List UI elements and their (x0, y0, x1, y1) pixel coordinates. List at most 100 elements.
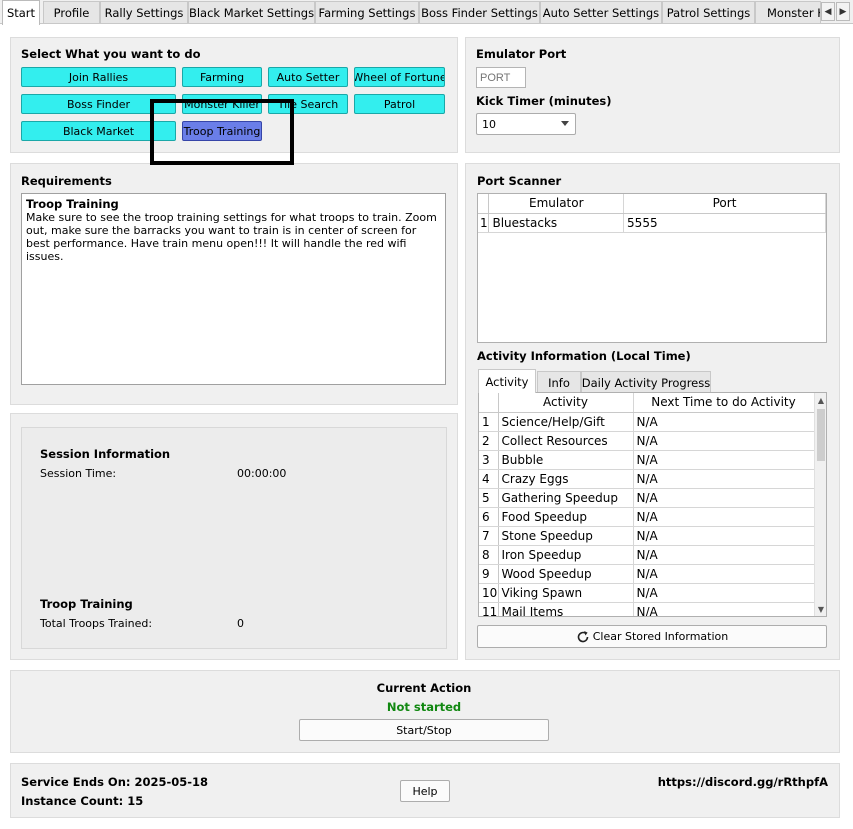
current-action-status: Not started (386, 700, 462, 714)
activity-cell[interactable]: Crazy Eggs (498, 469, 634, 489)
main-tab-bar: Start Profile Rally Settings Black Marke… (0, 0, 853, 25)
tab-profile[interactable]: Profile (43, 1, 100, 23)
row-number: 3 (479, 450, 499, 470)
requirements-textbox[interactable]: Troop Training Make sure to see the troo… (21, 193, 446, 385)
tab-patrol-settings[interactable]: Patrol Settings (662, 1, 755, 23)
next-time-cell[interactable]: N/A (633, 469, 815, 489)
table-row[interactable]: 8 Iron Speedup N/A (479, 545, 815, 565)
port-cell[interactable]: 5555 (623, 213, 826, 233)
emulator-port-input[interactable] (476, 67, 526, 88)
table-row[interactable]: 4 Crazy Eggs N/A (479, 469, 815, 489)
column-header-next-time[interactable]: Next Time to do Activity (633, 393, 815, 413)
next-time-cell[interactable]: N/A (633, 526, 815, 546)
table-row[interactable]: 2 Collect Resources N/A (479, 431, 815, 451)
discord-link[interactable]: https://discord.gg/rRthpfA (658, 775, 828, 789)
next-time-cell[interactable]: N/A (633, 450, 815, 470)
tab-daily-activity-progress[interactable]: Daily Activity Progress (581, 371, 711, 393)
table-corner (479, 393, 499, 413)
table-row[interactable]: 3 Bubble N/A (479, 450, 815, 470)
activity-table: Activity Next Time to do Activity 1 Scien… (478, 392, 827, 617)
activity-cell[interactable]: Iron Speedup (498, 545, 634, 565)
table-row[interactable]: 6 Food Speedup N/A (479, 507, 815, 527)
tab-info[interactable]: Info (537, 371, 581, 393)
kick-timer-select[interactable]: 10 (476, 113, 576, 135)
current-action-title: Current Action (376, 681, 472, 695)
next-time-cell[interactable]: N/A (633, 602, 815, 616)
table-row[interactable]: 10 Viking Spawn N/A (479, 583, 815, 603)
row-number: 1 (478, 213, 490, 233)
tab-black-market-settings[interactable]: Black Market Settings (188, 1, 315, 23)
farming-button[interactable]: Farming (182, 67, 262, 87)
tab-auto-setter-settings[interactable]: Auto Setter Settings (540, 1, 662, 23)
next-time-cell[interactable]: N/A (633, 412, 815, 432)
requirements-body: Make sure to see the troop training sett… (26, 211, 437, 263)
session-information-title: Session Information (40, 447, 171, 461)
port-scanner-title: Port Scanner (477, 174, 562, 188)
black-market-button[interactable]: Black Market (21, 121, 176, 141)
column-header-emulator[interactable]: Emulator (488, 194, 625, 214)
table-row[interactable]: 11 Mail Items N/A (479, 602, 815, 616)
activity-cell[interactable]: Wood Speedup (498, 564, 634, 584)
next-time-cell[interactable]: N/A (633, 488, 815, 508)
tile-search-button[interactable]: Tile Search (268, 94, 348, 114)
next-time-cell[interactable]: N/A (633, 564, 815, 584)
troop-training-button[interactable]: Troop Training (182, 121, 262, 141)
patrol-button[interactable]: Patrol (354, 94, 445, 114)
activity-cell[interactable]: Stone Speedup (498, 526, 634, 546)
row-number: 5 (479, 488, 499, 508)
next-time-cell[interactable]: N/A (633, 431, 815, 451)
next-time-cell[interactable]: N/A (633, 545, 815, 565)
scrollbar-thumb[interactable] (817, 409, 825, 461)
tab-scroll-left-icon[interactable]: ◀ (821, 2, 835, 21)
next-time-cell[interactable]: N/A (633, 507, 815, 527)
chevron-down-icon (561, 121, 569, 126)
monster-killer-button[interactable]: Monster Killer (182, 94, 262, 114)
session-time-label: Session Time: (40, 467, 117, 480)
row-number: 4 (479, 469, 499, 489)
tab-boss-finder-settings[interactable]: Boss Finder Settings (419, 1, 540, 23)
tab-start[interactable]: Start (2, 0, 40, 25)
activity-table-scrollbar[interactable]: ▲ ▼ (814, 393, 826, 616)
help-button[interactable]: Help (400, 780, 450, 802)
clear-stored-information-button[interactable]: Clear Stored Information (477, 625, 827, 648)
emulator-cell[interactable]: Bluestacks (488, 213, 625, 233)
scroll-up-icon[interactable]: ▲ (815, 393, 826, 407)
table-row[interactable]: 5 Gathering Speedup N/A (479, 488, 815, 508)
table-row[interactable]: 1 Science/Help/Gift N/A (479, 412, 815, 432)
table-row[interactable]: 1 Bluestacks 5555 (478, 213, 826, 233)
requirements-title: Requirements (21, 174, 112, 188)
activity-cell[interactable]: Science/Help/Gift (498, 412, 634, 432)
tab-farming-settings[interactable]: Farming Settings (315, 1, 419, 23)
activity-information-title: Activity Information (Local Time) (477, 349, 691, 363)
total-troops-trained-value: 0 (237, 617, 244, 630)
row-number: 6 (479, 507, 499, 527)
tab-monster-killer[interactable]: Monster Kil (755, 1, 821, 23)
table-row[interactable]: 7 Stone Speedup N/A (479, 526, 815, 546)
tab-rally-settings[interactable]: Rally Settings (100, 1, 188, 23)
next-time-cell[interactable]: N/A (633, 583, 815, 603)
kick-timer-title: Kick Timer (minutes) (476, 94, 612, 108)
tab-scroll-right-icon[interactable]: ▶ (836, 2, 850, 21)
activity-cell[interactable]: Collect Resources (498, 431, 634, 451)
activity-cell[interactable]: Mail Items (498, 602, 634, 616)
wheel-of-fortune-button[interactable]: Wheel of Fortune (354, 67, 445, 87)
join-rallies-button[interactable]: Join Rallies (21, 67, 176, 87)
start-stop-button[interactable]: Start/Stop (299, 719, 549, 741)
kick-timer-value: 10 (482, 117, 496, 131)
clear-button-label: Clear Stored Information (592, 630, 729, 643)
scroll-down-icon[interactable]: ▼ (815, 602, 826, 616)
column-header-activity[interactable]: Activity (498, 393, 634, 413)
row-number: 7 (479, 526, 499, 546)
activity-cell[interactable]: Gathering Speedup (498, 488, 634, 508)
column-header-port[interactable]: Port (623, 194, 826, 214)
auto-setter-button[interactable]: Auto Setter (268, 67, 348, 87)
requirements-heading: Troop Training (26, 197, 119, 211)
activity-cell[interactable]: Viking Spawn (498, 583, 634, 603)
table-row[interactable]: 9 Wood Speedup N/A (479, 564, 815, 584)
tab-activity[interactable]: Activity (478, 369, 536, 393)
activity-cell[interactable]: Bubble (498, 450, 634, 470)
boss-finder-button[interactable]: Boss Finder (21, 94, 176, 114)
select-activity-title: Select What you want to do (21, 47, 201, 61)
port-scanner-table: Emulator Port 1 Bluestacks 5555 (477, 193, 827, 343)
activity-cell[interactable]: Food Speedup (498, 507, 634, 527)
